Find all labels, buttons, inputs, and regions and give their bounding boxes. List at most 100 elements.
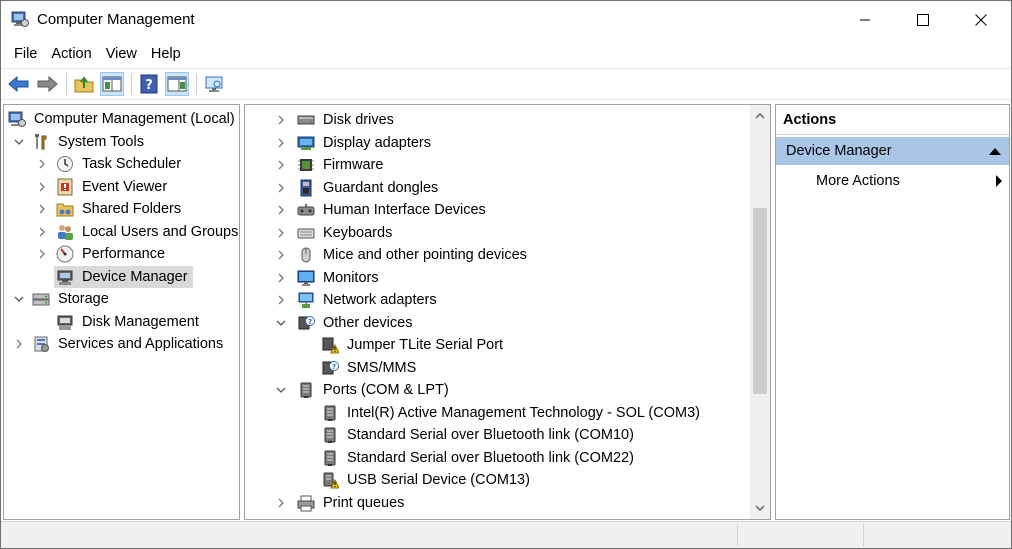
chevron-down-icon[interactable] [13,293,25,305]
device-tree-item[interactable]: Intel(R) Active Management Technology - … [245,402,745,424]
chevron-right-icon[interactable] [275,249,287,261]
device-tree-item[interactable]: Display adapters [245,132,745,154]
show-hide-action-pane-button[interactable] [165,72,189,96]
collapse-triangle-icon[interactable] [989,147,1001,155]
device-tree-item[interactable]: Human Interface Devices [245,199,745,221]
submenu-arrow-icon [996,175,1002,187]
chevron-right-icon[interactable] [275,114,287,126]
tree-item-task-scheduler[interactable]: Task Scheduler [4,153,238,175]
up-folder-button[interactable] [72,72,96,96]
svg-text:?: ? [332,363,336,371]
help-button[interactable]: ? [137,72,161,96]
firmware-icon [298,159,314,171]
device-tree-item[interactable]: Network adapters [245,289,745,311]
device-manager-icon [57,270,73,285]
tree-item-performance[interactable]: Performance [4,243,238,265]
chevron-right-icon[interactable] [275,182,287,194]
actions-group-device-manager[interactable]: Device Manager [776,137,1009,165]
vertical-scrollbar[interactable] [750,105,770,519]
chevron-right-icon[interactable] [36,181,48,193]
tree-item-system-tools[interactable]: System Tools [4,131,238,153]
close-button[interactable] [952,1,1010,39]
menu-action[interactable]: Action [44,41,98,67]
device-tree-pane: Disk drives Display adapters Firmware Guard… [244,104,771,520]
tree-item-label: Local Users and Groups [82,224,239,240]
shared-folder-icon [56,203,74,217]
chevron-right-icon[interactable] [275,497,287,509]
more-actions-item[interactable]: More Actions [776,167,1009,195]
menu-view[interactable]: View [99,41,144,67]
show-hide-console-tree-button[interactable] [100,72,124,96]
device-tree-item-label: Monitors [323,269,379,286]
device-tree-item[interactable]: Keyboards [245,222,745,244]
device-tree-item[interactable]: Disk drives [245,109,745,131]
services-icon [34,336,49,352]
port-icon [324,405,336,421]
device-tree-item[interactable]: Mice and other pointing devices [245,244,745,266]
display-adapter-icon [297,136,315,150]
chevron-down-icon[interactable] [275,317,287,329]
storage-icon [32,293,50,306]
chevron-up-icon [755,113,765,119]
chevron-right-icon[interactable] [275,272,287,284]
device-tree-item-label: Human Interface Devices [323,202,486,218]
device-tree-item[interactable]: Monitors [245,267,745,289]
chevron-right-icon[interactable] [275,137,287,149]
scroll-down-button[interactable] [750,499,770,517]
device-tree-item[interactable]: Guardant dongles [245,177,745,199]
tree-root-computer-management[interactable]: Computer Management (Local) [8,108,238,130]
chevron-down-icon[interactable] [13,136,25,148]
title-bar[interactable]: Computer Management [1,1,1011,39]
minimize-button[interactable] [836,1,894,39]
status-divider [863,524,864,546]
device-tree-item-label: Mice and other pointing devices [323,247,527,263]
device-tree-item[interactable]: ? Other devices [245,312,745,334]
chevron-down-icon[interactable] [275,384,287,396]
chevron-right-icon[interactable] [275,227,287,239]
menu-file[interactable]: File [7,41,44,67]
disk-management-icon [57,315,73,330]
tree-item-disk-management[interactable]: Disk Management [4,311,238,333]
device-tree-item-label: Print queues [323,494,405,511]
forward-button[interactable] [35,72,59,96]
chevron-right-icon[interactable] [13,338,25,350]
back-button[interactable] [7,72,31,96]
chevron-right-icon[interactable] [275,204,287,216]
scan-hardware-button[interactable] [202,72,226,96]
tree-root-label: Computer Management (Local) [34,111,235,127]
scrollbar-thumb[interactable] [753,208,767,394]
show-hide-action-pane-icon [167,76,187,92]
tree-item-label: Event Viewer [82,179,168,195]
tree-item-label: Storage [58,291,109,307]
chevron-right-icon[interactable] [36,226,48,238]
device-tree-item[interactable]: Jumper TLite Serial Port [245,334,745,356]
device-tree-item[interactable]: Ports (COM & LPT) [245,379,745,401]
device-tree-item[interactable]: Standard Serial over Bluetooth link (COM… [245,447,745,469]
device-tree-item[interactable]: ? SMS/MMS [245,357,745,379]
chevron-down-icon [755,505,765,511]
device-tree-item[interactable]: Print queues [245,492,745,514]
toolbar-separator [66,73,67,95]
tree-item-event-viewer[interactable]: Event Viewer [4,176,238,198]
menu-help[interactable]: Help [144,41,188,67]
chevron-right-icon[interactable] [36,158,48,170]
keyboard-icon [297,228,315,238]
device-tree-item[interactable]: USB Serial Device (COM13) [245,469,745,491]
chevron-right-icon[interactable] [36,203,48,215]
tree-item-local-users-and-groups[interactable]: Local Users and Groups [4,221,238,243]
chevron-right-icon[interactable] [36,248,48,260]
tree-item-services-and-applications[interactable]: Services and Applications [4,333,238,355]
more-actions-label: More Actions [816,173,900,189]
chevron-right-icon[interactable] [275,294,287,306]
menu-bar: File Action View Help [1,41,1011,67]
tree-item-label: Shared Folders [82,201,182,217]
device-tree-item[interactable]: Standard Serial over Bluetooth link (COM… [245,424,745,446]
device-tree-item[interactable]: Firmware [245,154,745,176]
tree-item-shared-folders[interactable]: Shared Folders [4,198,238,220]
device-tree-item-label: Firmware [323,157,384,173]
maximize-button[interactable] [894,1,952,39]
scroll-up-button[interactable] [750,107,770,125]
tree-item-storage[interactable]: Storage [4,288,238,310]
chevron-right-icon[interactable] [275,159,287,171]
tree-item-device-manager[interactable]: Device Manager [4,266,238,288]
